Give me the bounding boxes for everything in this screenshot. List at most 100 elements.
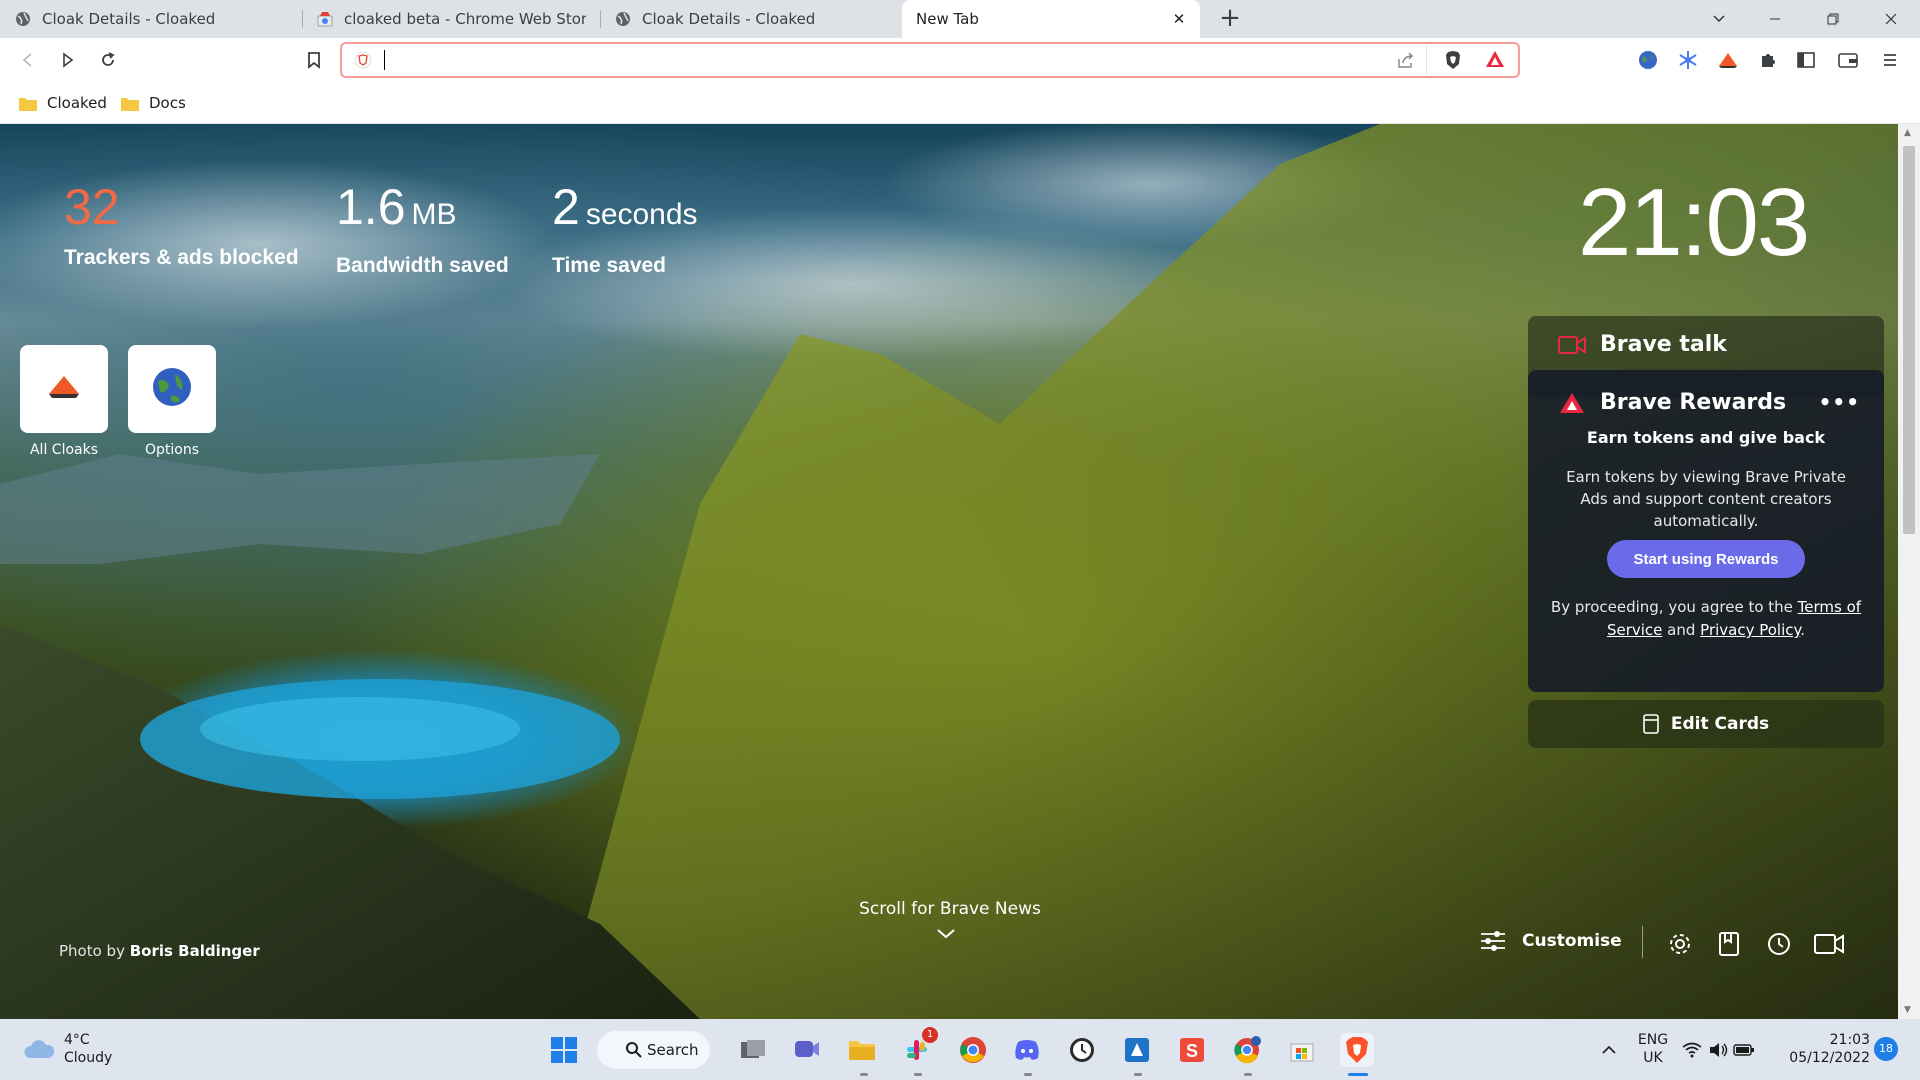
close-tab-icon[interactable]: ✕ <box>1170 10 1188 28</box>
wallet-icon[interactable] <box>1834 46 1862 74</box>
search-icon <box>625 1041 643 1059</box>
tab-new-tab[interactable]: New Tab ✕ <box>902 0 1200 38</box>
language-code: ENG <box>1637 1032 1669 1048</box>
cloud-icon <box>22 1038 56 1060</box>
privacy-policy-link[interactable]: Privacy Policy <box>1700 621 1800 639</box>
photographer-name: Boris Baldinger <box>129 942 260 960</box>
chrome-icon[interactable] <box>956 1033 990 1067</box>
forward-icon[interactable] <box>54 46 82 74</box>
time-value: 2 <box>552 179 580 235</box>
brave-rewards-icon[interactable] <box>1484 49 1506 73</box>
volume-icon[interactable] <box>1706 1033 1730 1067</box>
clock-app-icon[interactable] <box>1065 1033 1099 1067</box>
running-indicator <box>914 1073 922 1076</box>
wifi-icon[interactable] <box>1680 1033 1704 1067</box>
bandwidth-unit: MB <box>411 198 457 231</box>
battery-icon[interactable] <box>1732 1033 1756 1067</box>
active-indicator <box>1348 1073 1368 1076</box>
azure-app-icon[interactable] <box>1120 1033 1154 1067</box>
cloaked-extension-icon[interactable] <box>1714 46 1742 74</box>
new-tab-button[interactable]: + <box>1217 5 1243 32</box>
close-window-icon[interactable] <box>1868 0 1914 38</box>
url-input[interactable] <box>382 48 1382 72</box>
running-indicator <box>1024 1073 1032 1076</box>
trackers-count: 32 <box>64 179 120 235</box>
microsoft-store-icon[interactable] <box>1285 1033 1319 1067</box>
globe-icon <box>614 10 632 28</box>
trackers-label: Trackers & ads blocked <box>64 246 299 269</box>
earth-extension-icon[interactable] <box>1634 46 1662 74</box>
edit-cards-button[interactable]: Edit Cards <box>1528 700 1884 748</box>
bookmarks-icon[interactable] <box>1714 930 1744 958</box>
notification-count-badge[interactable]: 18 <box>1874 1037 1898 1061</box>
photo-credit[interactable]: Photo by Boris Baldinger <box>59 942 260 960</box>
sidebar-icon[interactable] <box>1792 46 1820 74</box>
bookmark-icon[interactable] <box>300 46 328 74</box>
back-icon[interactable] <box>14 46 42 74</box>
task-view-icon[interactable] <box>736 1033 770 1067</box>
slack-notification-badge: 1 <box>922 1027 938 1043</box>
tab-cloak-details-1[interactable]: Cloak Details - Cloaked <box>0 0 300 38</box>
brave-talk-video-icon[interactable] <box>1814 930 1844 958</box>
brave-rewards-title: Brave Rewards <box>1600 390 1787 415</box>
share-icon[interactable] <box>1396 51 1416 73</box>
brave-shields-icon[interactable] <box>1442 49 1464 75</box>
minimize-icon[interactable] <box>1752 0 1798 38</box>
folder-icon <box>120 96 140 111</box>
snowflake-extension-icon[interactable] <box>1674 46 1702 74</box>
system-clock[interactable]: 21:03 05/12/2022 <box>1770 1031 1870 1067</box>
tab-search-chevron-icon[interactable] <box>1696 0 1742 38</box>
clock-time: 21:03 <box>1829 1032 1870 1048</box>
scrollbar-thumb[interactable] <box>1903 146 1915 534</box>
tab-cloak-details-2[interactable]: Cloak Details - Cloaked <box>600 0 898 38</box>
brave-browser-icon[interactable] <box>1340 1033 1374 1067</box>
terms-text: . <box>1800 621 1806 639</box>
settings-gear-icon[interactable] <box>1665 930 1695 958</box>
main-menu-icon[interactable] <box>1876 46 1904 74</box>
weather-widget[interactable]: 4°C Cloudy <box>22 1031 112 1067</box>
history-icon[interactable] <box>1764 930 1794 958</box>
file-explorer-icon[interactable] <box>845 1033 879 1067</box>
chrome-profile-icon[interactable] <box>1230 1033 1264 1067</box>
language-indicator[interactable]: ENG UK <box>1636 1031 1670 1067</box>
customise-button[interactable]: Customise <box>1480 930 1622 952</box>
scroll-up-icon[interactable]: ▲ <box>1904 128 1911 138</box>
discord-icon[interactable] <box>1010 1033 1044 1067</box>
weather-desc: Cloudy <box>64 1050 113 1066</box>
chevron-up-icon[interactable] <box>1592 1033 1626 1067</box>
tab-title: cloaked beta - Chrome Web Store <box>344 10 586 28</box>
rewards-description: Earn tokens by viewing Brave Private Ads… <box>1566 468 1846 530</box>
windows-taskbar: 4°C Cloudy Search 1 S ENG UK 21:03 05/12… <box>0 1019 1920 1080</box>
bookmark-folder-docs[interactable]: Docs <box>120 92 186 114</box>
edit-cards-label: Edit Cards <box>1670 714 1770 734</box>
page-scrollbar[interactable]: ▲ ▼ <box>1898 124 1920 1019</box>
tab-chrome-web-store[interactable]: cloaked beta - Chrome Web Store <box>302 0 600 38</box>
bookmark-folder-cloaked[interactable]: Cloaked <box>18 92 107 114</box>
brave-shield-small-icon[interactable] <box>354 51 372 73</box>
top-site-all-cloaks[interactable] <box>20 345 108 433</box>
address-bar[interactable] <box>340 42 1520 78</box>
slack-icon[interactable]: 1 <box>900 1027 938 1067</box>
chevron-down-icon[interactable] <box>936 924 956 945</box>
start-windows-icon[interactable] <box>547 1033 581 1067</box>
sliders-icon <box>1480 930 1506 952</box>
scroll-down-icon[interactable]: ▼ <box>1904 1005 1911 1015</box>
sublime-text-icon[interactable]: S <box>1175 1033 1209 1067</box>
top-site-options[interactable] <box>128 345 216 433</box>
video-camera-icon <box>1558 335 1586 355</box>
start-using-rewards-button[interactable]: Start using Rewards <box>1607 540 1805 578</box>
reload-icon[interactable] <box>94 46 122 74</box>
bookmarks-bar: Cloaked Docs <box>0 82 1920 124</box>
svg-text:S: S <box>1186 1041 1198 1061</box>
taskbar-search[interactable]: Search <box>597 1031 710 1069</box>
customise-label: Customise <box>1522 931 1622 951</box>
stat-time: 2 seconds Time saved <box>552 180 698 278</box>
tab-title: Cloak Details - Cloaked <box>42 10 216 28</box>
stat-bandwidth: 1.6 MB Bandwidth saved <box>336 180 509 278</box>
restore-icon[interactable] <box>1810 0 1856 38</box>
more-options-icon[interactable]: ••• <box>1819 390 1860 414</box>
scroll-for-news[interactable]: Scroll for Brave News <box>850 899 1050 919</box>
bandwidth-label: Bandwidth saved <box>336 254 509 277</box>
teams-chat-icon[interactable] <box>790 1033 824 1067</box>
extensions-puzzle-icon[interactable] <box>1754 46 1782 74</box>
